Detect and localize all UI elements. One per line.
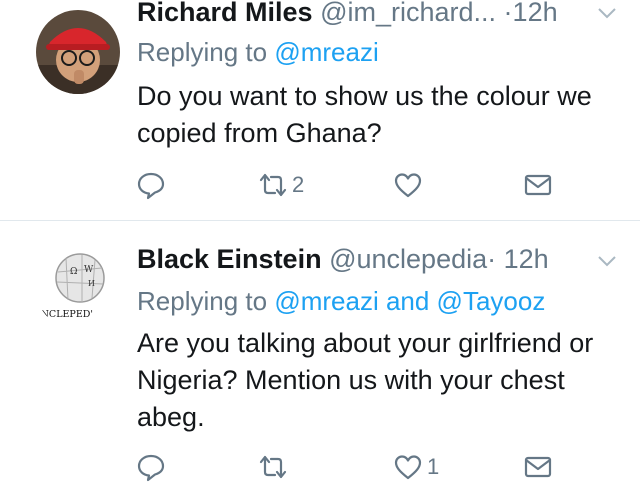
chevron-down-icon[interactable] [596, 2, 618, 24]
retweet-icon [259, 173, 287, 197]
reply-button[interactable] [136, 447, 166, 487]
action-bar: 2 [0, 165, 640, 205]
retweet-button[interactable]: 2 [258, 165, 304, 205]
mention-link[interactable]: @mreazi [274, 37, 378, 67]
separator-dot: · [487, 244, 497, 274]
tweet-header: Black Einstein @unclepedia· 12h [137, 239, 640, 279]
envelope-icon [524, 456, 552, 478]
direct-message-button[interactable] [523, 165, 553, 205]
timestamp[interactable]: 12h [513, 0, 558, 27]
avatar[interactable] [36, 10, 120, 94]
chevron-down-icon[interactable] [596, 250, 618, 272]
svg-text:И: И [88, 279, 95, 288]
avatar[interactable]: Ω W И 'NCLEPED' [36, 246, 120, 330]
tweet-header: Richard Miles @im_richard... ·12h [137, 0, 640, 32]
like-button[interactable] [393, 165, 427, 205]
heart-icon [394, 455, 422, 480]
avatar-caption: 'NCLEPED' [38, 309, 93, 320]
retweet-button[interactable] [258, 447, 292, 487]
user-handle[interactable]: @im_richard... [320, 0, 496, 27]
action-bar: 1 [0, 447, 640, 487]
replying-to: Replying to @mreazi and @Tayooz [137, 283, 545, 319]
separator-dot: · [503, 0, 513, 27]
reply-button[interactable] [136, 165, 166, 205]
direct-message-button[interactable] [523, 447, 553, 487]
mention-link[interactable]: @mreazi and @Tayooz [274, 286, 545, 316]
retweet-icon [259, 455, 287, 479]
user-handle[interactable]: @unclepedia [329, 244, 487, 274]
envelope-icon [524, 174, 552, 196]
like-button[interactable]: 1 [393, 447, 439, 487]
like-count: 1 [427, 454, 440, 479]
replying-prefix: Replying to [137, 286, 268, 316]
heart-icon [394, 173, 422, 198]
reply-icon [137, 454, 165, 482]
replying-prefix: Replying to [137, 37, 268, 67]
reply-icon [137, 172, 165, 200]
tweet[interactable]: Ω W И 'NCLEPED' Black Einstein @uncleped… [0, 222, 640, 504]
timestamp[interactable]: 12h [504, 244, 549, 274]
tweet-text: Are you talking about your girlfriend or… [137, 328, 594, 432]
replying-to: Replying to @mreazi [137, 34, 379, 70]
tweet[interactable]: Richard Miles @im_richard... ·12h Replyi… [0, 0, 640, 220]
svg-text:W: W [84, 265, 94, 275]
svg-text:Ω: Ω [70, 267, 77, 277]
display-name[interactable]: Richard Miles [137, 0, 313, 27]
display-name[interactable]: Black Einstein [137, 244, 322, 274]
retweet-count: 2 [292, 172, 305, 197]
tweet-divider [0, 220, 640, 221]
tweet-text: Do you want to show us the colour we cop… [137, 81, 592, 148]
